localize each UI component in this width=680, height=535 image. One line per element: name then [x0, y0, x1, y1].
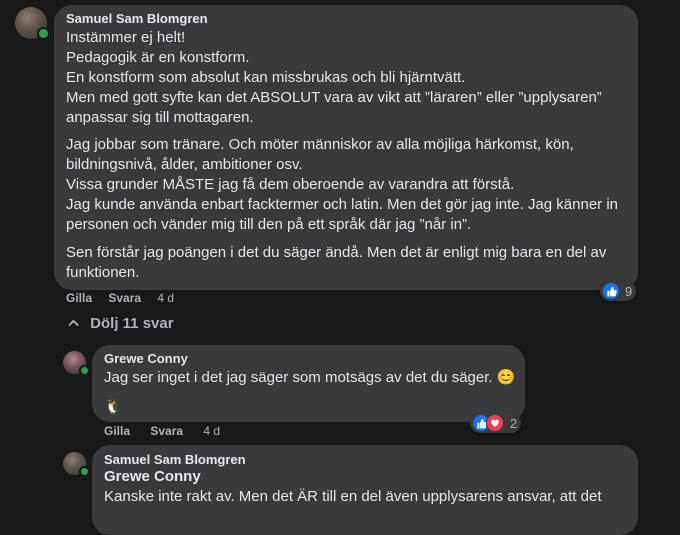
online-status-dot	[79, 466, 90, 477]
comment-line: Jag jobbar som tränare. Och möter männis…	[66, 136, 574, 153]
reaction-count: 9	[625, 283, 633, 299]
comment-timestamp[interactable]: 4 d	[203, 424, 220, 438]
comment-timestamp[interactable]: 4 d	[157, 291, 174, 305]
mention-link[interactable]: Grewe Conny	[104, 467, 201, 487]
comment-line: Pedagogik är en konstform.	[66, 49, 250, 66]
comment-line: En konstform som absolut kan missbrukas …	[66, 69, 466, 86]
comment-line: Kanske inte rakt av. Men det ÄR till en …	[104, 488, 602, 505]
comment-actions: Gilla Svara 4 d	[104, 424, 220, 438]
avatar[interactable]	[15, 7, 50, 40]
reaction-count: 2	[510, 415, 518, 431]
comment-line: Sen förstår jag poängen i det du säger ä…	[66, 244, 607, 261]
comment-line: personen och vänder mig till den på ett …	[66, 216, 472, 233]
comment-actions: Gilla Svara 4 d	[66, 291, 174, 305]
comment-line: Vissa grunder MÅSTE jag få dem oberoende…	[66, 176, 515, 193]
reply-button[interactable]: Svara	[108, 291, 141, 305]
hide-replies-toggle[interactable]: Dölj 11 svar	[67, 315, 174, 333]
penguin-emoji: 🐧	[104, 398, 122, 414]
comment-paragraph: Sen förstår jag poängen i det du säger ä…	[66, 243, 606, 283]
reactions-summary[interactable]: 9	[600, 281, 637, 301]
like-button[interactable]: Gilla	[66, 291, 92, 305]
reply-button[interactable]: Svara	[150, 424, 183, 438]
like-reaction-icon	[602, 282, 620, 300]
chevron-up-icon	[67, 316, 80, 333]
comment-text: Jag ser inget i det jag säger som motsäg…	[104, 369, 516, 386]
love-reaction-icon	[486, 414, 504, 432]
comment-author[interactable]: Grewe Conny	[104, 351, 188, 366]
online-status-dot	[37, 27, 50, 40]
comment-line: Jag kunde använda enbart facktermer och …	[66, 196, 619, 213]
online-status-dot	[79, 365, 90, 376]
comment-text: Kanske inte rakt av. Men det ÄR till en …	[104, 487, 602, 507]
comment-line: Men med gott syfte kan det ABSOLUT vara …	[66, 89, 602, 106]
hide-replies-label: Dölj 11 svar	[90, 315, 174, 332]
avatar[interactable]	[63, 452, 90, 477]
reactions-summary[interactable]: 2	[470, 413, 522, 433]
comment-author[interactable]: Samuel Sam Blomgren	[104, 452, 246, 467]
comment-line: anpassar sig till mottagaren.	[66, 109, 254, 126]
comment-line: bildningsnivå, ålder, ambitioner osv.	[66, 156, 303, 173]
avatar[interactable]	[63, 351, 90, 376]
comment-paragraph: Jag jobbar som tränare. Och möter männis…	[66, 135, 618, 235]
comment-line: Instämmer ej helt!	[66, 29, 186, 46]
comment-author[interactable]: Samuel Sam Blomgren	[66, 11, 208, 26]
like-button[interactable]: Gilla	[104, 424, 130, 438]
comment-paragraph: Instämmer ej helt! Pedagogik är en konst…	[66, 28, 602, 128]
comment-line: funktionen.	[66, 264, 140, 281]
